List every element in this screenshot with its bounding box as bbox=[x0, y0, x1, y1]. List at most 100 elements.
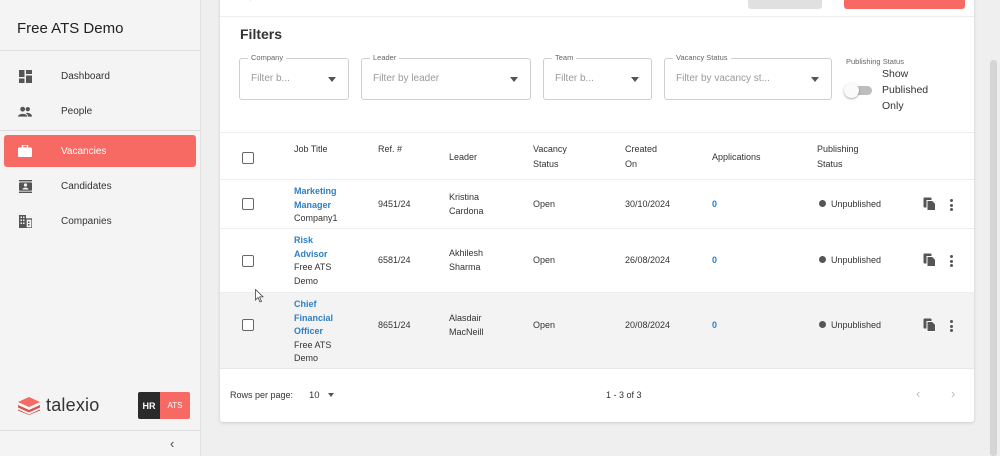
sidebar-item-vacancies[interactable]: Vacancies bbox=[4, 135, 196, 167]
status-dot-icon bbox=[819, 256, 826, 263]
candidate-card-icon bbox=[18, 179, 32, 193]
job-title-link[interactable]: Marketing Manager bbox=[294, 185, 354, 212]
column-header-created-on[interactable]: Created On bbox=[625, 142, 665, 172]
filters-title: Filters bbox=[240, 26, 283, 42]
ref-cell: 9451/24 bbox=[378, 199, 411, 209]
next-page-button[interactable]: › bbox=[951, 386, 955, 401]
column-header-publishing-status[interactable]: Publishing Status bbox=[817, 142, 873, 172]
talexio-logo-icon bbox=[18, 396, 40, 415]
app-title: Free ATS Demo bbox=[17, 20, 124, 37]
vacancies-card: Filters Company Filter b... Leader Filte… bbox=[220, 0, 974, 422]
more-vertical-icon[interactable] bbox=[949, 320, 953, 332]
leader-filter-placeholder: Filter by leader bbox=[373, 73, 440, 84]
talexio-brand-name: talexio bbox=[46, 395, 100, 415]
rows-per-page-select[interactable]: 10 bbox=[309, 390, 320, 401]
publishing-status-label: Publishing Status bbox=[846, 57, 904, 66]
vacancy-status-filter-select[interactable]: Vacancy Status Filter by vacancy st... bbox=[664, 53, 832, 100]
row-checkbox[interactable] bbox=[242, 198, 254, 210]
search-icon[interactable] bbox=[242, 0, 252, 5]
more-vertical-icon[interactable] bbox=[949, 199, 953, 211]
building-icon bbox=[18, 214, 32, 228]
publishing-status-cell: Unpublished bbox=[819, 319, 881, 333]
table-row[interactable]: Chief Financial Officer Free ATS Demo 86… bbox=[220, 292, 974, 368]
leader-cell: Akhilesh Sharma bbox=[449, 248, 484, 272]
chevron-down-icon[interactable] bbox=[328, 393, 334, 397]
job-company: Free ATS Demo bbox=[294, 262, 332, 286]
toggle-thumb bbox=[844, 83, 859, 98]
copy-icon[interactable] bbox=[923, 318, 937, 332]
column-header-job-title[interactable]: Job Title bbox=[294, 142, 334, 157]
copy-icon[interactable] bbox=[923, 197, 937, 211]
divider bbox=[0, 130, 201, 131]
column-header-vacancy-status[interactable]: Vacancy Status bbox=[533, 142, 579, 172]
leader-cell: Alasdair MacNeill bbox=[449, 313, 484, 337]
sidebar-item-companies[interactable]: Companies bbox=[4, 205, 196, 237]
pagination-range: 1 - 3 of 3 bbox=[606, 390, 642, 400]
collapse-sidebar-button[interactable]: ‹ bbox=[170, 436, 174, 451]
team-filter-select[interactable]: Team Filter b... bbox=[543, 53, 652, 100]
sidebar-item-label: People bbox=[61, 105, 93, 117]
row-checkbox[interactable] bbox=[242, 255, 254, 267]
column-header-applications[interactable]: Applications bbox=[712, 150, 761, 165]
badge-hr: HR bbox=[138, 392, 160, 419]
divider bbox=[220, 16, 974, 17]
select-all-checkbox[interactable] bbox=[242, 152, 254, 164]
job-title-cell: Marketing Manager Company1 bbox=[294, 185, 354, 226]
primary-action-button[interactable] bbox=[844, 0, 965, 9]
chevron-down-icon bbox=[510, 77, 518, 82]
sidebar-item-label: Companies bbox=[61, 215, 112, 227]
job-company: Free ATS Demo bbox=[294, 339, 332, 364]
company-filter-select[interactable]: Company Filter b... bbox=[239, 53, 349, 100]
created-on-cell: 26/08/2024 bbox=[625, 255, 671, 265]
talexio-logo: talexio bbox=[18, 395, 99, 416]
team-filter-placeholder: Filter b... bbox=[555, 73, 594, 84]
rows-per-page-label: Rows per page: bbox=[230, 390, 294, 400]
job-company: Company1 bbox=[294, 213, 338, 223]
status-dot-icon bbox=[819, 321, 826, 328]
more-vertical-icon[interactable] bbox=[949, 255, 953, 267]
previous-page-button[interactable]: ‹ bbox=[916, 386, 920, 401]
created-on-cell: 30/10/2024 bbox=[625, 199, 671, 209]
show-published-only-label: Show Published Only bbox=[882, 68, 929, 112]
company-filter-label: Company bbox=[248, 53, 287, 62]
column-header-leader[interactable]: Leader bbox=[449, 150, 477, 165]
sidebar-item-candidates[interactable]: Candidates bbox=[4, 170, 196, 202]
sidebar-item-dashboard[interactable]: Dashboard bbox=[4, 60, 196, 92]
divider bbox=[0, 430, 201, 431]
publishing-status-text: Unpublished bbox=[831, 320, 882, 330]
sidebar-item-label: Candidates bbox=[61, 180, 112, 192]
column-header-ref[interactable]: Ref. # bbox=[378, 142, 402, 157]
vacancy-status-cell: Open bbox=[533, 199, 556, 209]
show-published-only-toggle[interactable] bbox=[844, 83, 874, 98]
sidebar-item-label: Dashboard bbox=[61, 70, 110, 82]
publishing-status-cell: Unpublished bbox=[819, 198, 881, 212]
leader-filter-select[interactable]: Leader Filter by leader bbox=[361, 53, 531, 100]
row-checkbox[interactable] bbox=[242, 319, 254, 331]
sidebar-item-label: Vacancies bbox=[61, 145, 107, 157]
secondary-action-button[interactable] bbox=[748, 0, 822, 9]
chevron-down-icon bbox=[631, 77, 639, 82]
table-row[interactable]: Marketing Manager Company1 9451/24 Krist… bbox=[220, 179, 974, 228]
chevron-down-icon bbox=[328, 77, 336, 82]
table-row[interactable]: Risk Advisor Free ATS Demo 6581/24 Akhil… bbox=[220, 228, 974, 292]
created-on-cell: 20/08/2024 bbox=[625, 320, 671, 330]
hr-ats-badge: HR ATS bbox=[138, 392, 190, 419]
vacancy-status-cell: Open bbox=[533, 255, 556, 265]
job-title-link[interactable]: Risk Advisor bbox=[294, 234, 344, 261]
mouse-cursor-icon bbox=[255, 288, 265, 308]
applications-count-link[interactable]: 0 bbox=[712, 254, 717, 268]
status-dot-icon bbox=[819, 200, 826, 207]
briefcase-icon bbox=[18, 144, 32, 158]
divider bbox=[220, 368, 974, 369]
applications-count-link[interactable]: 0 bbox=[712, 198, 717, 212]
job-title-cell: Risk Advisor Free ATS Demo bbox=[294, 234, 344, 288]
copy-icon[interactable] bbox=[923, 253, 937, 267]
job-title-link[interactable]: Chief Financial Officer bbox=[294, 298, 344, 339]
applications-count-link[interactable]: 0 bbox=[712, 319, 717, 333]
vacancy-status-filter-placeholder: Filter by vacancy st... bbox=[676, 73, 770, 84]
sidebar-item-people[interactable]: People bbox=[4, 95, 196, 127]
page-scrollbar[interactable] bbox=[990, 60, 997, 456]
vacancy-status-cell: Open bbox=[533, 320, 556, 330]
divider bbox=[0, 50, 201, 51]
vacancy-status-filter-label: Vacancy Status bbox=[673, 53, 731, 62]
